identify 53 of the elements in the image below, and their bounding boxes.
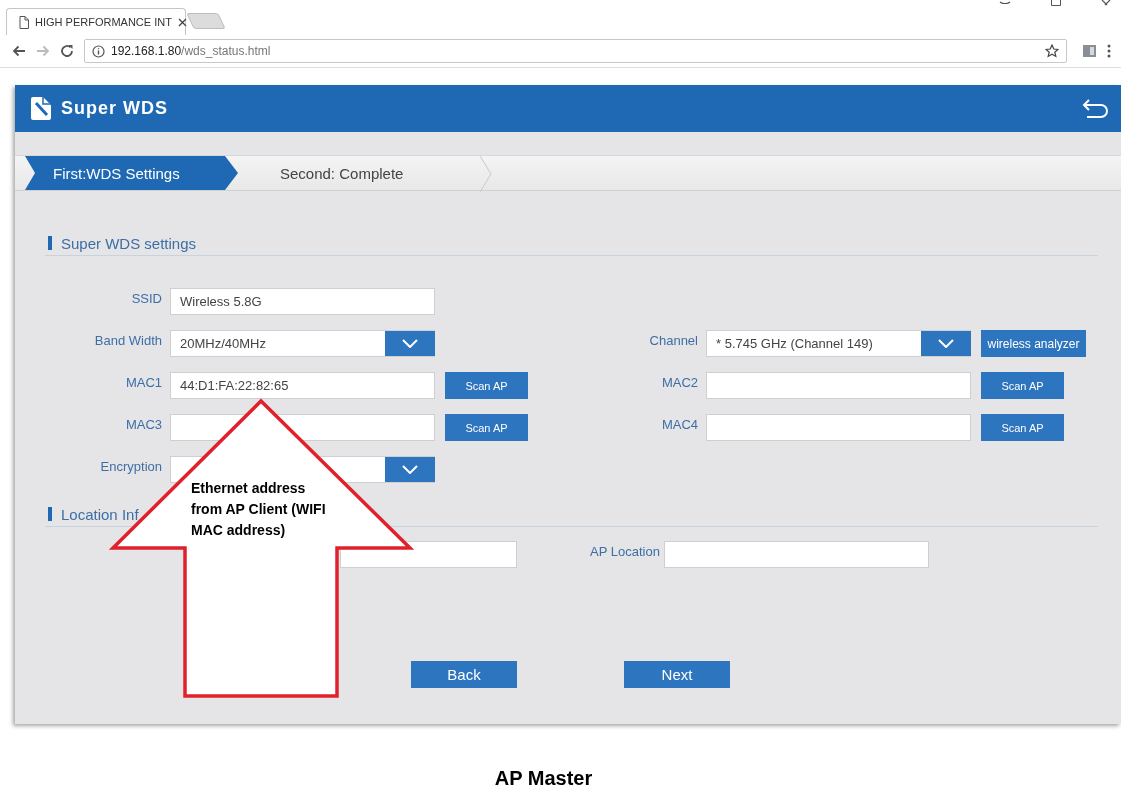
reload-icon[interactable] bbox=[60, 44, 74, 58]
chevron-down-icon bbox=[402, 465, 418, 474]
page-icon bbox=[19, 15, 29, 29]
return-arrow-icon[interactable] bbox=[1081, 98, 1109, 119]
scan-button[interactable]: Scan AP bbox=[981, 414, 1064, 441]
field-label: MAC4 bbox=[660, 416, 699, 432]
input-field[interactable] bbox=[706, 372, 971, 399]
scan-button[interactable]: Scan AP bbox=[445, 372, 528, 399]
chevron-divider-icon bbox=[480, 156, 492, 192]
star-icon[interactable] bbox=[1045, 44, 1059, 58]
scan-button[interactable]: wireless analyzer bbox=[981, 330, 1086, 357]
document-pen-icon bbox=[31, 97, 51, 120]
caption: AP Master bbox=[493, 767, 594, 790]
input-field[interactable]: 44:D1:FA:22:82:65 bbox=[170, 372, 435, 399]
scan-button[interactable]: Scan AP bbox=[445, 414, 528, 441]
section-marker bbox=[48, 236, 52, 250]
extension-icon[interactable] bbox=[1083, 44, 1097, 58]
field-label: Channel bbox=[648, 332, 699, 348]
section-title: Location Inf bbox=[61, 505, 139, 523]
field-label: MAC3 bbox=[124, 416, 163, 432]
field-label: MAC2 bbox=[660, 374, 699, 390]
field-label: Band Width bbox=[93, 332, 163, 348]
scan-button[interactable]: Scan AP bbox=[981, 372, 1064, 399]
section-marker bbox=[48, 507, 52, 521]
field-label: SSID bbox=[130, 290, 163, 306]
browser-tab[interactable]: HIGH PERFORMANCE INT bbox=[6, 8, 186, 35]
dropdown[interactable]: 20MHz/40MHz bbox=[170, 330, 435, 357]
tab-title: HIGH PERFORMANCE INT bbox=[35, 16, 172, 28]
back-arrow-icon[interactable] bbox=[12, 45, 26, 57]
input-field[interactable]: Wireless 5.8G bbox=[170, 288, 435, 315]
input-field[interactable] bbox=[706, 414, 971, 441]
minimize-icon[interactable] bbox=[999, 0, 1011, 4]
input-field[interactable] bbox=[663, 541, 929, 568]
chevron-down-icon bbox=[938, 339, 954, 348]
section-title: Super WDS settings bbox=[61, 234, 197, 252]
annotation-text: Ethernet address from AP Client (WIFI MAC address) bbox=[191, 479, 327, 540]
field-label: MAC1 bbox=[124, 374, 163, 390]
field-label: AP Location bbox=[590, 543, 661, 559]
action-button[interactable]: Back bbox=[411, 661, 517, 688]
step-tab[interactable]: Second: Complete bbox=[238, 156, 480, 190]
url-text: 192.168.1.80/wds_status.html bbox=[111, 44, 272, 58]
address-bar[interactable]: 192.168.1.80/wds_status.html bbox=[84, 39, 1067, 63]
info-icon bbox=[92, 44, 105, 58]
app-title: Super WDS bbox=[61, 98, 169, 119]
close-icon[interactable] bbox=[1101, 0, 1111, 6]
close-icon[interactable] bbox=[177, 17, 187, 27]
menu-icon[interactable] bbox=[1107, 44, 1111, 58]
chevron-down-icon bbox=[402, 339, 418, 348]
action-button[interactable]: Next bbox=[624, 661, 730, 688]
step-tab[interactable]: First:WDS Settings bbox=[25, 156, 238, 190]
maximize-icon[interactable] bbox=[1051, 0, 1061, 6]
field-label: Encryption bbox=[99, 458, 163, 474]
dropdown[interactable]: * 5.745 GHz (Channel 149) bbox=[706, 330, 971, 357]
